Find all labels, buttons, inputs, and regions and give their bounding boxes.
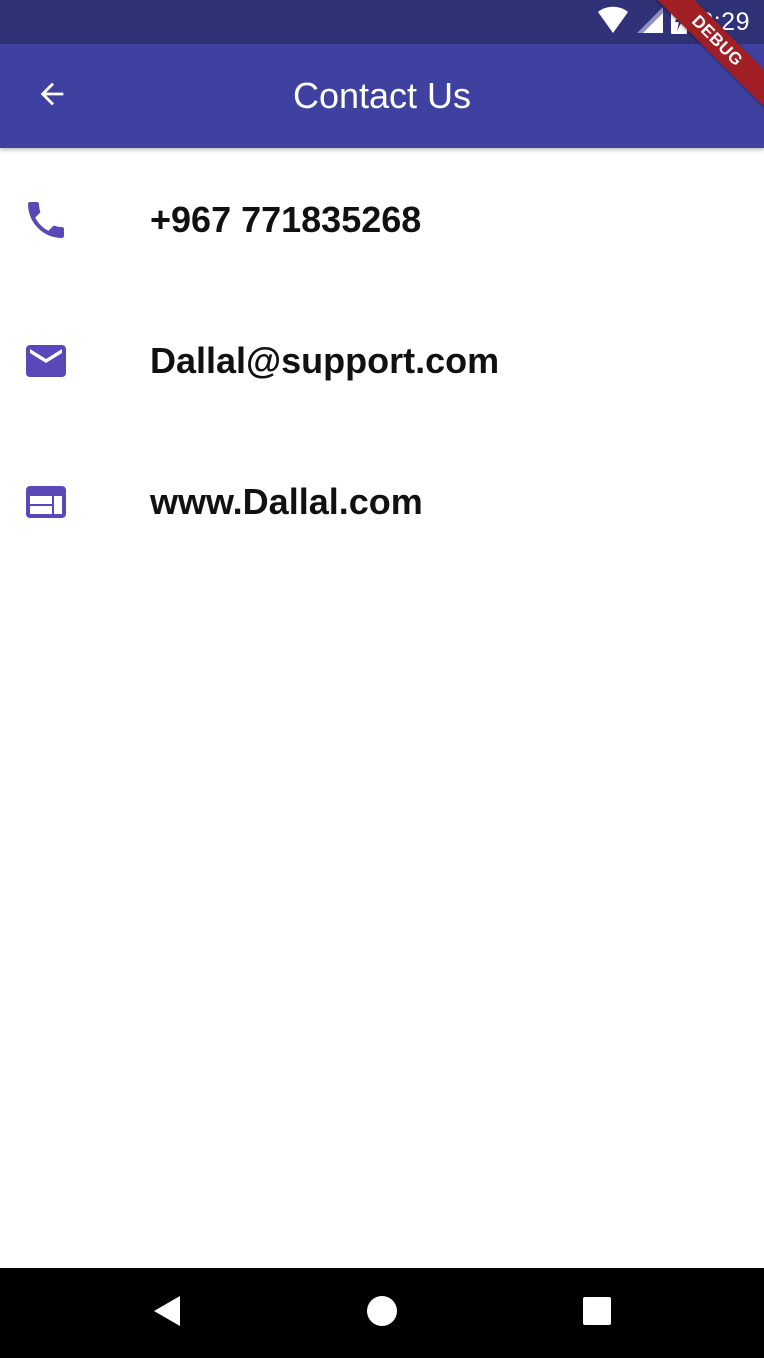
arrow-back-icon: [35, 77, 69, 116]
home-circle-icon: [366, 1295, 398, 1332]
contact-web-text: www.Dallal.com: [150, 481, 423, 522]
contact-us-screen: 2:29 Contact Us DEBUG +967 771835268 Dal…: [0, 0, 764, 1358]
contact-row-phone[interactable]: +967 771835268: [0, 148, 764, 289]
nav-home-button[interactable]: [357, 1288, 407, 1338]
status-icons: 2:29: [597, 5, 750, 39]
cell-signal-icon: [637, 6, 664, 38]
recents-square-icon: [583, 1296, 611, 1330]
contact-row-email[interactable]: Dallal@support.com: [0, 289, 764, 430]
wifi-icon: [597, 6, 629, 39]
system-nav-bar: [0, 1268, 764, 1358]
status-time: 2:29: [699, 7, 750, 36]
back-button[interactable]: [20, 68, 84, 124]
contact-email-text: Dallal@support.com: [150, 340, 500, 381]
page-title: Contact Us: [292, 75, 472, 116]
phone-icon: [22, 196, 70, 244]
web-icon: [22, 478, 70, 526]
back-triangle-icon: [152, 1295, 182, 1332]
nav-recents-button[interactable]: [572, 1288, 622, 1338]
contact-row-web[interactable]: www.Dallal.com: [0, 430, 764, 571]
contact-list: +967 771835268 Dallal@support.com www.Da…: [0, 148, 764, 571]
contact-phone-text: +967 771835268: [150, 199, 422, 240]
nav-back-button[interactable]: [142, 1288, 192, 1338]
status-bar: 2:29: [0, 0, 764, 44]
battery-charging-icon: [671, 5, 688, 39]
email-icon: [22, 337, 70, 385]
app-bar: Contact Us: [0, 44, 764, 148]
